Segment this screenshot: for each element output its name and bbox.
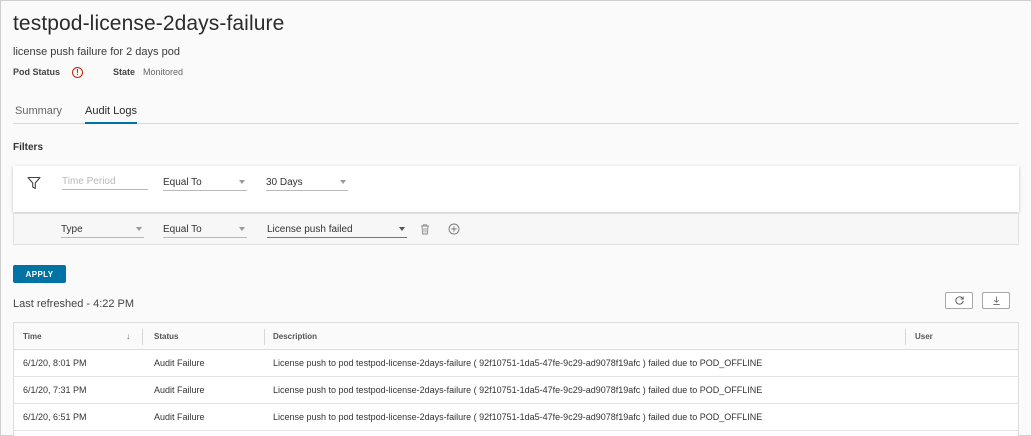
state-value: Monitored [143,67,184,77]
window: testpod-license-2days-failure license pu… [0,0,1032,436]
column-separator[interactable] [142,329,143,345]
column-header-time[interactable]: Time [23,332,42,341]
audit-log-table: Time ↓ Status Description User 6/1/20, 8… [13,322,1019,436]
column-header-description[interactable]: Description [273,332,317,341]
filter-row-time: Time Period Equal To 30 Days [13,166,1019,212]
page-title: testpod-license-2days-failure [13,12,285,35]
tab-summary[interactable]: Summary [15,105,62,124]
funnel-icon [27,176,41,190]
chevron-down-icon [239,180,245,184]
sort-down-icon[interactable]: ↓ [126,331,131,341]
trash-icon[interactable] [419,223,431,235]
operator-value-1: Equal To [163,177,202,188]
cell-description: License push to pod testpod-license-2day… [273,412,763,422]
pod-meta: Pod Status ! State Monitored [13,66,183,78]
export-button[interactable] [982,292,1010,309]
exclamation-circle-icon: ! [72,66,84,78]
cell-description: License push to pod testpod-license-2day… [273,385,763,395]
field-type-value: Type [61,224,83,235]
table-row[interactable]: 6/1/20, 7:31 PM Audit Failure License pu… [14,377,1018,404]
refresh-button[interactable] [945,292,973,309]
chevron-down-icon [399,227,405,231]
column-separator[interactable] [264,329,265,345]
column-header-user[interactable]: User [915,332,933,341]
operator-select-2[interactable]: Equal To [163,221,247,238]
field-type-select[interactable]: Type [61,221,144,238]
operator-value-2: Equal To [163,224,202,235]
refresh-icon [955,296,964,305]
pod-status-label: Pod Status [13,67,61,77]
chevron-down-icon [136,227,142,231]
time-period-select[interactable]: Time Period [62,173,148,190]
apply-button[interactable]: APPLY [13,265,66,283]
tab-bar: Summary Audit Logs [13,99,1019,124]
filter-row-type: Type Equal To License push failed [13,213,1019,245]
plus-circle-icon[interactable] [448,223,460,235]
type-value-select[interactable]: License push failed [267,221,407,238]
column-header-status[interactable]: Status [154,332,178,341]
time-period-placeholder: Time Period [62,176,116,187]
chevron-down-icon [340,180,346,184]
cell-description: License push to pod testpod-license-2day… [273,358,763,368]
last-refreshed-text: Last refreshed - 4:22 PM [13,298,135,310]
state-label: State [113,67,136,77]
operator-select-1[interactable]: Equal To [163,174,247,191]
cell-time: 6/1/20, 8:01 PM [23,358,87,368]
cell-time: 6/1/20, 7:31 PM [23,385,87,395]
period-value-select[interactable]: 30 Days [266,174,348,191]
page-subtitle: license push failure for 2 days pod [13,46,180,58]
download-icon [993,296,1000,305]
tab-audit-logs[interactable]: Audit Logs [85,105,137,124]
cell-status: Audit Failure [154,412,205,422]
table-header: Time ↓ Status Description User [14,323,1018,350]
cell-status: Audit Failure [154,358,205,368]
column-separator[interactable] [905,329,906,345]
table-row[interactable]: 6/1/20, 6:51 PM Audit Failure License pu… [14,404,1018,431]
period-value: 30 Days [266,177,303,188]
cell-status: Audit Failure [154,385,205,395]
chevron-down-icon [239,227,245,231]
table-row[interactable]: 6/1/20, 8:01 PM Audit Failure License pu… [14,350,1018,377]
filters-heading: Filters [13,142,44,153]
cell-time: 6/1/20, 6:51 PM [23,412,87,422]
type-value: License push failed [267,224,353,235]
